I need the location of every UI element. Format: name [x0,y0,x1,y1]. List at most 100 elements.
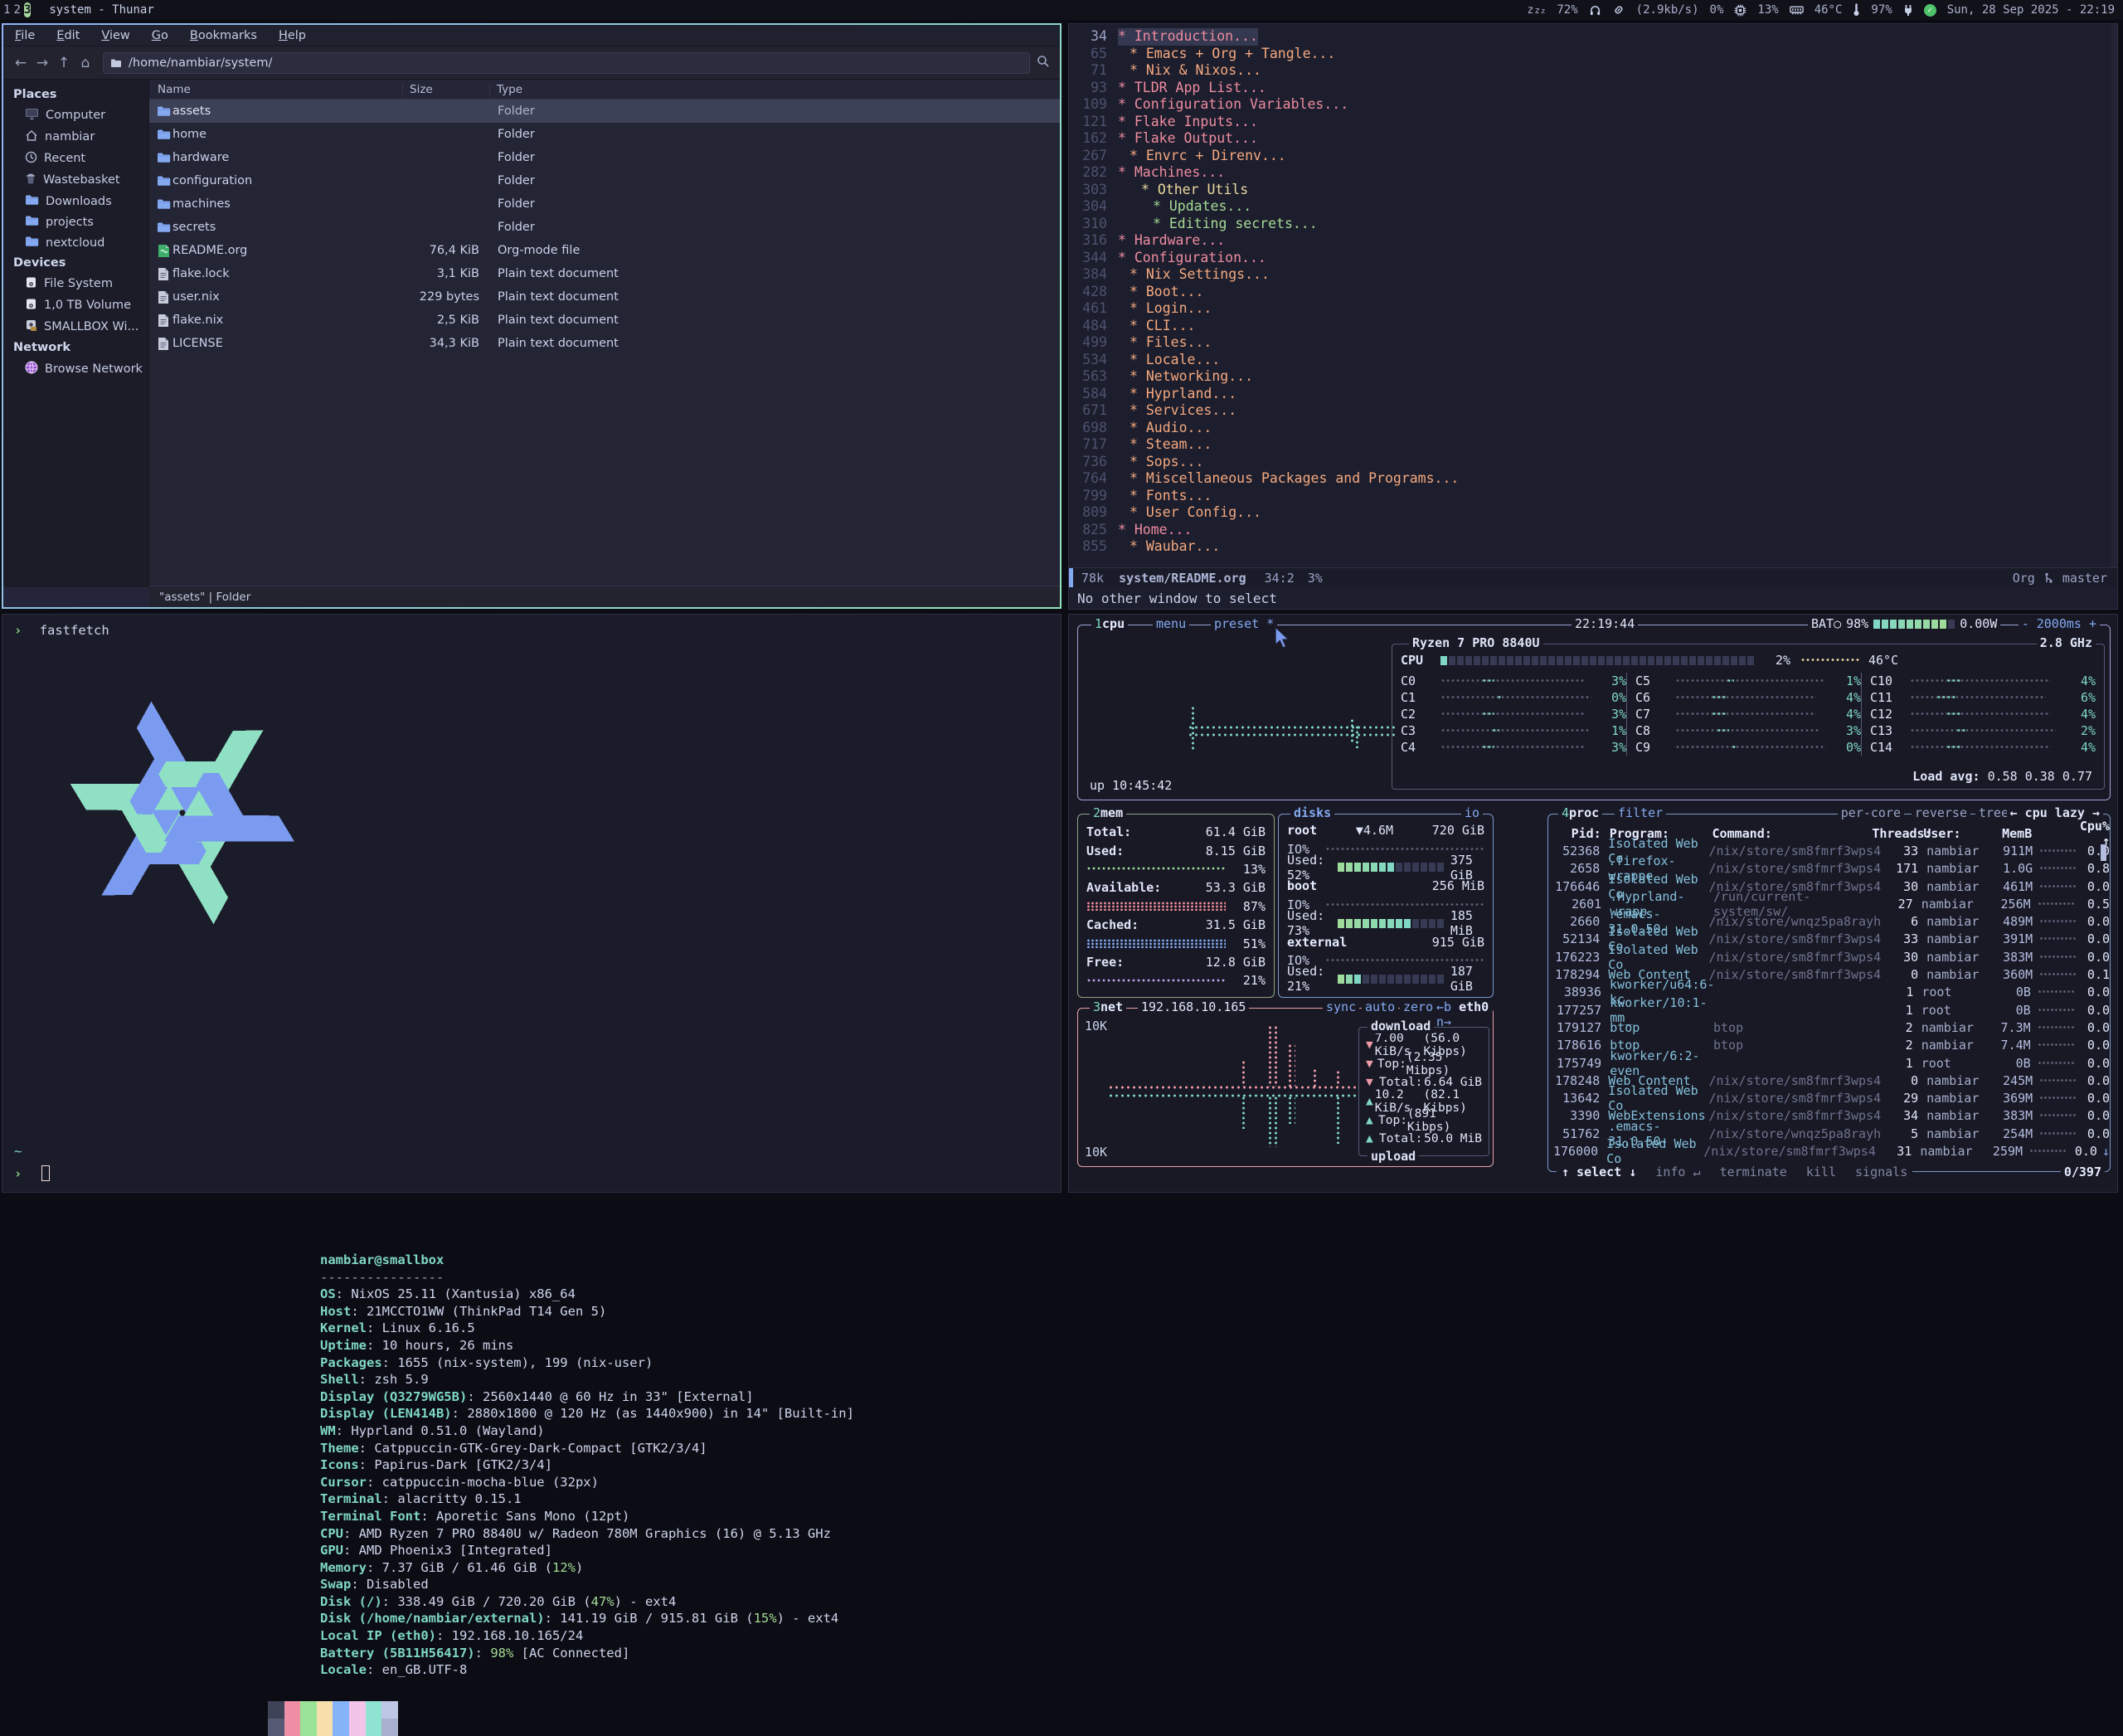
proc-row[interactable]: 13642Isolated Web Co/nix/store/sm8fmrf3w… [1548,1089,2110,1106]
org-heading-line[interactable]: 304* Updates... [1069,198,2117,216]
org-heading-line[interactable]: 584* Hyprland... [1069,386,2117,403]
org-heading-line[interactable]: 303* Other Utils [1069,182,2117,199]
file-row-user-nix[interactable]: user.nix229 bytesPlain text document [149,285,1060,309]
workspace-2[interactable]: 2 [13,2,20,17]
menu-bookmarks[interactable]: Bookmarks [190,29,257,42]
org-heading-line[interactable]: 316* Hardware... [1069,232,2117,250]
sidebar-item-nambiar[interactable]: nambiar [3,126,148,148]
proc-box-title[interactable]: 4proc [1558,805,1602,820]
org-heading-line[interactable]: 799* Fonts... [1069,488,2117,505]
update-interval-control[interactable]: - 2000ms + [2019,616,2100,631]
home-button[interactable]: ⌂ [75,55,96,71]
mem-box-title[interactable]: 2mem [1090,805,1126,820]
sidebar-item-downloads[interactable]: Downloads [3,191,148,212]
sidebar-item-file-system[interactable]: File System [3,273,148,294]
workspace-switcher[interactable]: 123 [0,3,31,17]
io-mode-button[interactable]: io [1461,805,1483,820]
proc-row[interactable]: 175749kworker/6:2-even1root0B0.0 [1548,1054,2110,1072]
file-row-license[interactable]: LICENSE34,3 KiBPlain text document [149,332,1060,355]
file-row-secrets[interactable]: secretsFolder [149,216,1060,239]
reverse-button[interactable]: reverse [1912,805,1970,820]
menu-help[interactable]: Help [279,29,306,42]
file-row-machines[interactable]: machinesFolder [149,192,1060,216]
proc-row[interactable]: 176000Isolated Web Co/nix/store/sm8fmrf3… [1548,1142,2110,1160]
org-heading-line[interactable]: 563* Networking... [1069,368,2117,386]
org-heading-line[interactable]: 461* Login... [1069,300,2117,318]
org-heading-line[interactable]: 162* Flake Output... [1069,130,2117,148]
column-headers[interactable]: Name Size Type [149,80,1060,100]
git-branch-name[interactable]: master [2062,571,2107,586]
emacs-scrollbar[interactable] [2111,24,2117,567]
column-size[interactable]: Size [402,83,489,96]
path-field[interactable]: /home/nambiar/system/ [103,52,1030,74]
sidebar-item-nextcloud[interactable]: nextcloud [3,232,148,253]
org-heading-line[interactable]: 717* Steam... [1069,436,2117,454]
back-button[interactable]: ← [10,55,32,71]
org-heading-line[interactable]: 344* Configuration... [1069,250,2117,267]
menu-file[interactable]: File [15,29,35,42]
org-heading-line[interactable]: 65* Emacs + Org + Tangle... [1069,46,2117,63]
file-row-flake-nix[interactable]: flake.nix2,5 KiBPlain text document [149,309,1060,332]
check-status-icon[interactable]: ✓ [1924,4,1936,17]
org-heading-line[interactable]: 109* Configuration Variables... [1069,96,2117,114]
menu-edit[interactable]: Edit [56,29,80,42]
org-heading-line[interactable]: 93* TLDR App List... [1069,80,2117,97]
search-icon[interactable] [1037,55,1050,71]
sort-column-control[interactable]: ← cpu lazy → [2007,805,2103,820]
net-sync-button[interactable]: sync [1323,999,1359,1014]
net-box-title[interactable]: 3net [1090,999,1126,1014]
sidebar-item-recent[interactable]: Recent [3,148,148,169]
org-heading-line[interactable]: 534* Locale... [1069,352,2117,369]
sidebar-item-1-0-tb-volume[interactable]: 1,0 TB Volume [3,294,148,316]
clock-date[interactable]: Sun, 28 Sep 2025 - 22:19 [1947,3,2115,17]
column-type[interactable]: Type [489,83,1060,96]
sidebar-item-computer[interactable]: Computer [3,105,148,126]
workspace-3[interactable]: 3 [24,2,31,17]
menu-view[interactable]: View [101,29,129,42]
disks-box-title[interactable]: disks [1290,805,1334,820]
org-heading-line[interactable]: 267* Envrc + Direnv... [1069,148,2117,165]
org-heading-line[interactable]: 499* Files... [1069,334,2117,352]
file-row-assets[interactable]: assetsFolder [149,100,1060,123]
org-heading-line[interactable]: 671* Services... [1069,402,2117,420]
org-heading-line[interactable]: 71* Nix & Nixos... [1069,62,2117,80]
org-heading-line[interactable]: 484* CLI... [1069,318,2117,335]
file-row-home[interactable]: homeFolder [149,123,1060,146]
column-name[interactable]: Name [149,83,402,96]
proc-scrollbar-thumb[interactable] [2101,844,2106,861]
up-button[interactable]: ↑ [53,55,75,71]
org-heading-line[interactable]: 809* User Config... [1069,504,2117,522]
filter-button[interactable]: filter [1615,805,1666,820]
shell-prompt-line[interactable]: › [14,1165,50,1181]
proc-row[interactable]: 177257kworker/10:1-mm_1root0B0.0 [1548,1001,2110,1019]
org-heading-line[interactable]: 34* Introduction... [1069,28,2117,46]
org-buffer[interactable]: 34* Introduction...65* Emacs + Org + Tan… [1069,24,2117,567]
proc-row[interactable]: 176223Isolated Web Co/nix/store/sm8fmrf3… [1548,948,2110,965]
file-row-readme-org[interactable]: README.org76,4 KiBOrg-mode file [149,239,1060,262]
proc-row[interactable]: 179127btopbtop2nambiar7.3M0.0 [1548,1019,2110,1036]
org-heading-line[interactable]: 384* Nix Settings... [1069,266,2117,284]
cpu-box-title[interactable]: 1cpu [1091,616,1128,631]
org-heading-line[interactable]: 310* Editing secrets... [1069,216,2117,233]
file-row-hardware[interactable]: hardwareFolder [149,146,1060,169]
sidebar-item-smallbox-wi-[interactable]: SMALLBOX Wi... [3,316,148,338]
net-zero-button[interactable]: zero [1400,999,1436,1014]
sidebar-item-projects[interactable]: projects [3,212,148,232]
menu-button[interactable]: menu [1153,616,1189,631]
preset-button[interactable]: preset * [1211,616,1277,631]
per-core-button[interactable]: per-core [1838,805,1904,820]
net-interface-switcher[interactable]: ←b eth0 n→ [1433,999,1493,1029]
org-heading-line[interactable]: 121* Flake Inputs... [1069,114,2117,131]
sidebar-item-wastebasket[interactable]: Wastebasket [3,169,148,191]
proc-footer[interactable]: ↑ select ↓ info ↵ terminate kill signals [1557,1165,1912,1179]
org-heading-line[interactable]: 736* Sops... [1069,454,2117,471]
org-heading-line[interactable]: 855* Waubar... [1069,538,2117,556]
file-row-configuration[interactable]: configurationFolder [149,169,1060,192]
net-auto-button[interactable]: auto [1362,999,1398,1014]
file-row-flake-lock[interactable]: flake.lock3,1 KiBPlain text document [149,262,1060,285]
org-heading-line[interactable]: 764* Miscellaneous Packages and Programs… [1069,470,2117,488]
org-heading-line[interactable]: 825* Home... [1069,522,2117,539]
major-mode[interactable]: Org [2013,571,2035,586]
sidebar-item-browse-network[interactable]: Browse Network [3,357,148,380]
idle-inhibitor-icon[interactable]: zzz [1528,3,1547,17]
